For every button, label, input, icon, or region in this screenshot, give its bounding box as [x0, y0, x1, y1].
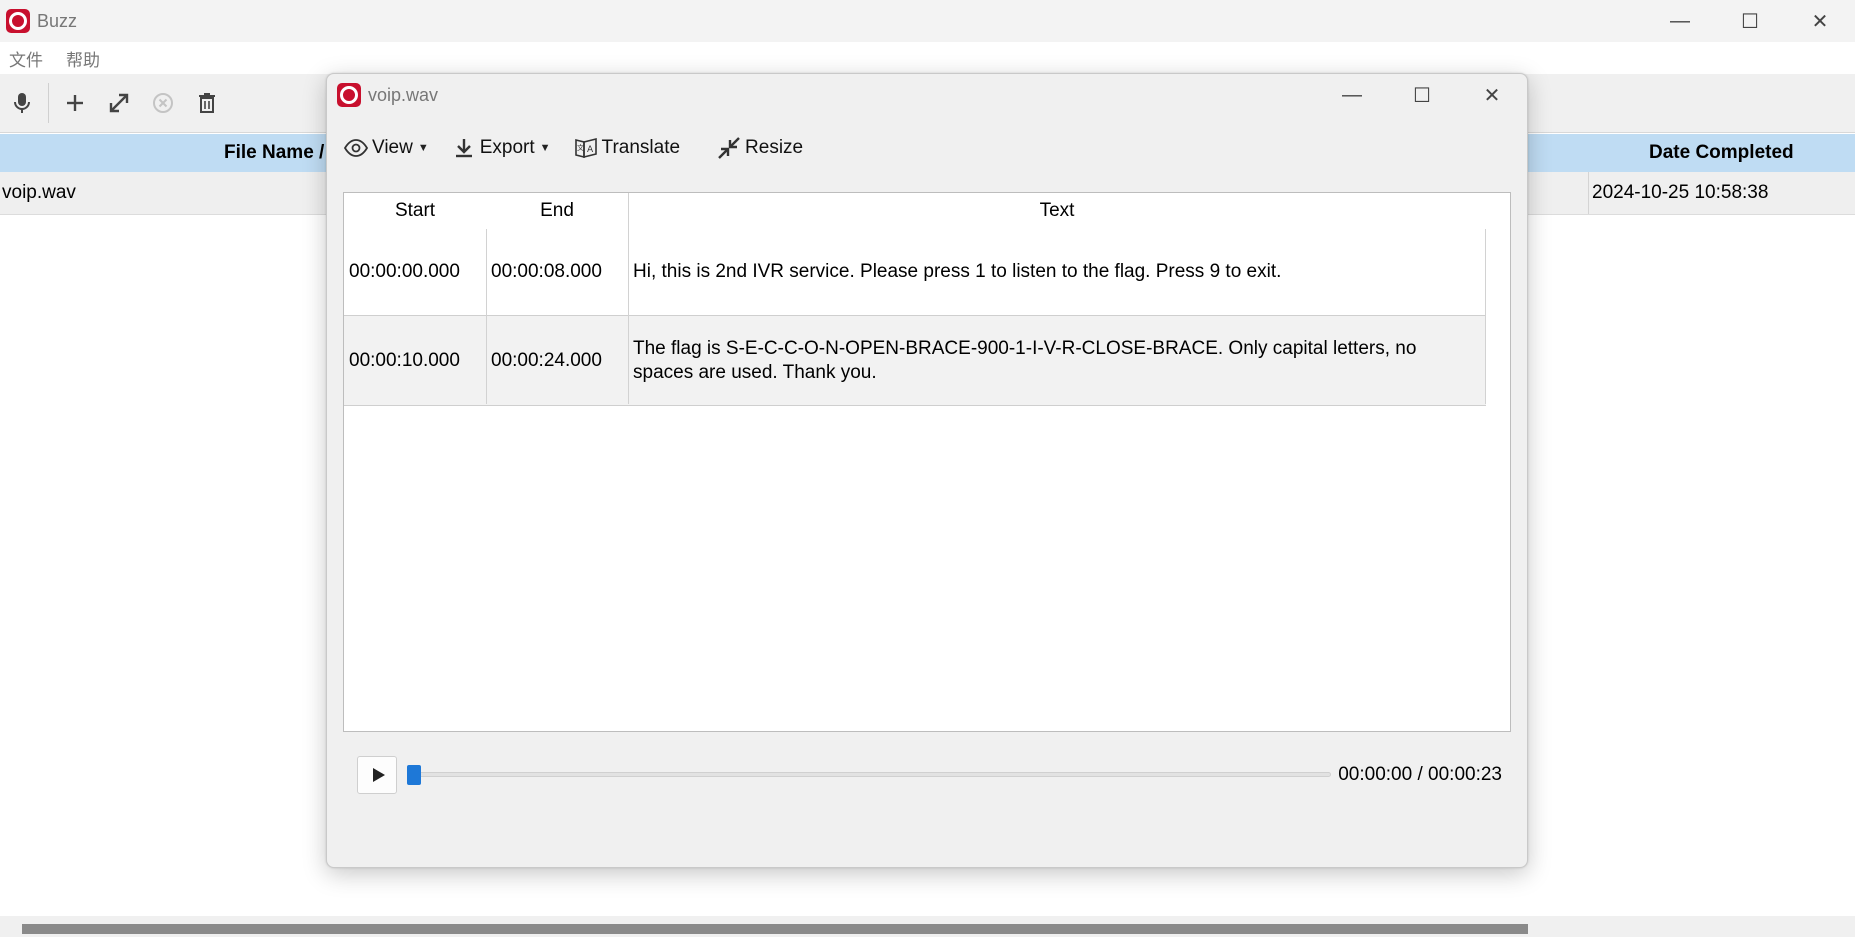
record-button[interactable]	[0, 81, 44, 125]
buzz-logo-icon	[6, 9, 30, 33]
playback-time: 00:00:00 / 00:00:23	[1338, 764, 1502, 785]
svg-text:文: 文	[577, 143, 584, 152]
close-button[interactable]: ✕	[1785, 0, 1855, 42]
view-menu-button[interactable]: View ▼	[337, 128, 435, 168]
plus-icon	[67, 95, 83, 111]
main-titlebar: Buzz — ☐ ✕	[0, 0, 1855, 42]
segment-row[interactable]: 00:00:00.000 00:00:08.000 Hi, this is 2n…	[344, 229, 1486, 316]
column-divider	[628, 193, 629, 404]
view-label: View	[372, 137, 413, 158]
minimize-button[interactable]: —	[1645, 0, 1715, 42]
play-button[interactable]	[357, 756, 397, 794]
export-menu-button[interactable]: Export ▼	[445, 128, 557, 168]
transcript-viewer-dialog: voip.wav — ☐ ✕ View ▼ Export ▼ A文 Transl…	[326, 73, 1528, 868]
menu-bar: 文件 帮助	[0, 42, 1855, 74]
cancel-icon	[153, 93, 173, 113]
audio-player: 00:00:00 / 00:00:23	[357, 756, 1507, 794]
resize-icon	[718, 137, 740, 159]
horizontal-scrollbar[interactable]	[0, 916, 1855, 937]
header-text[interactable]: Text	[628, 193, 1486, 229]
window-title: Buzz	[37, 10, 78, 31]
toolbar-separator	[48, 83, 49, 123]
eye-icon	[343, 139, 369, 157]
dialog-minimize-button[interactable]: —	[1317, 74, 1387, 116]
svg-text:A: A	[587, 145, 594, 155]
header-end[interactable]: End	[486, 193, 628, 229]
microphone-icon	[14, 93, 30, 113]
download-icon	[455, 139, 472, 158]
row-file-name: voip.wav	[2, 182, 76, 203]
dialog-titlebar: voip.wav — ☐ ✕	[327, 74, 1527, 116]
trash-icon	[199, 93, 215, 113]
open-transcript-button[interactable]	[97, 81, 141, 125]
segment-text[interactable]: Hi, this is 2nd IVR service. Please pres…	[628, 229, 1486, 315]
row-date-completed: 2024-10-25 10:58:38	[1592, 182, 1769, 203]
export-label: Export	[479, 137, 535, 158]
segments-table-header: Start End Text	[344, 193, 1486, 229]
play-icon	[372, 768, 385, 782]
segment-start[interactable]: 00:00:10.000	[344, 316, 486, 405]
dialog-toolbar: View ▼ Export ▼ A文 Translate Resize	[337, 126, 819, 170]
expand-icon	[109, 93, 129, 113]
add-file-button[interactable]	[53, 81, 97, 125]
menu-file[interactable]: 文件	[9, 46, 43, 71]
delete-button[interactable]	[185, 81, 229, 125]
column-divider	[1485, 229, 1486, 404]
segment-end[interactable]: 00:00:08.000	[486, 229, 628, 315]
segment-start[interactable]: 00:00:00.000	[344, 229, 486, 315]
chevron-down-icon: ▼	[417, 142, 429, 154]
segment-text[interactable]: The flag is S-E-C-C-O-N-OPEN-BRACE-900-1…	[628, 316, 1486, 405]
column-header-date-completed[interactable]: Date Completed	[1649, 134, 1794, 172]
cancel-transcription-button[interactable]	[141, 81, 185, 125]
maximize-button[interactable]: ☐	[1715, 0, 1785, 42]
translate-label: Translate	[601, 137, 681, 158]
translate-icon: A文	[574, 137, 597, 159]
column-divider	[486, 229, 487, 404]
chevron-down-icon: ▼	[539, 142, 551, 154]
resize-button[interactable]: Resize	[710, 128, 809, 168]
slider-handle[interactable]	[407, 765, 421, 785]
dialog-title: voip.wav	[368, 84, 439, 105]
menu-help[interactable]: 帮助	[66, 46, 100, 71]
resize-label: Resize	[745, 137, 804, 158]
column-divider	[1588, 172, 1589, 214]
translate-button[interactable]: A文 Translate	[567, 128, 687, 168]
dialog-maximize-button[interactable]: ☐	[1387, 74, 1457, 116]
segment-row[interactable]: 00:00:10.000 00:00:24.000 The flag is S-…	[344, 316, 1486, 406]
header-start[interactable]: Start	[344, 193, 486, 229]
column-header-file-name[interactable]: File Name /	[224, 134, 324, 172]
segment-end[interactable]: 00:00:24.000	[486, 316, 628, 405]
dialog-close-button[interactable]: ✕	[1457, 74, 1527, 116]
playback-slider[interactable]	[413, 772, 1331, 777]
scrollbar-thumb[interactable]	[22, 924, 1528, 934]
segments-table: Start End Text 00:00:00.000 00:00:08.000…	[343, 192, 1511, 732]
buzz-logo-icon	[337, 83, 361, 107]
